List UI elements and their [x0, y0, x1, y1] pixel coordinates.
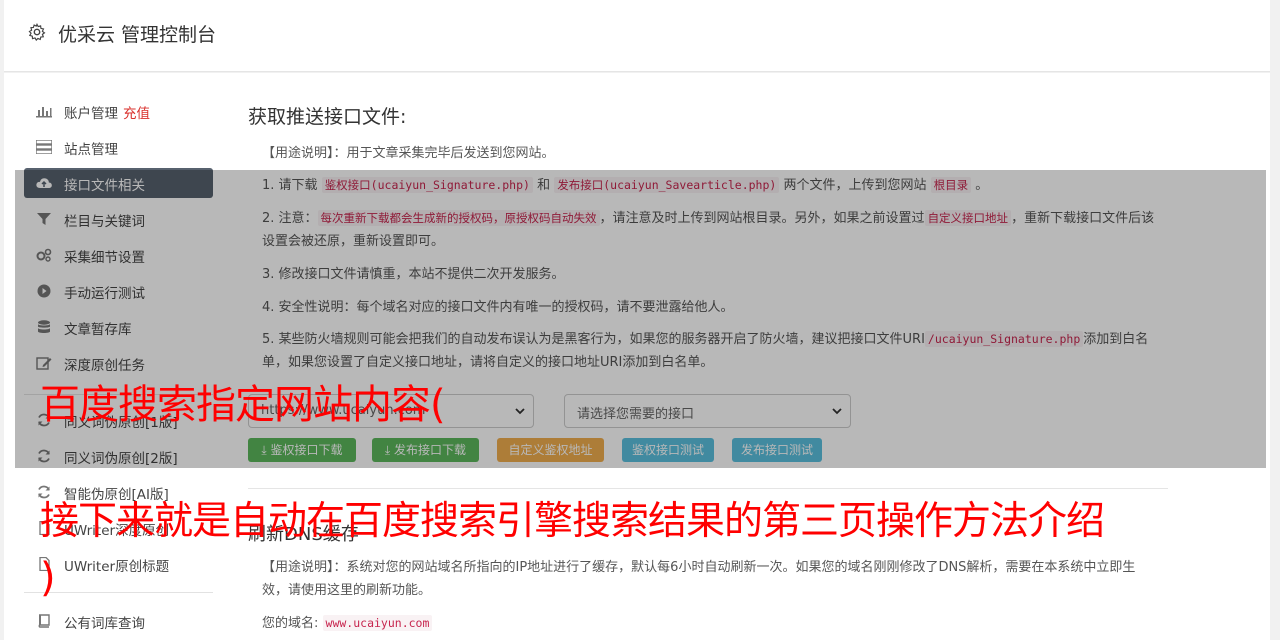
- overlay-caption-line1: 百度搜索指定网站内容(: [40, 382, 446, 428]
- book-icon: [38, 614, 50, 628]
- sidebar-item-label: 公有词库查询: [64, 616, 145, 632]
- app-title: 优采云 管理控制台: [58, 24, 217, 46]
- domain-row: 您的域名: www.ucaiyun.com: [262, 612, 1157, 635]
- sidebar-item-public-lexicon[interactable]: 公有词库查询: [24, 606, 213, 636]
- overlay-caption-line3: ): [40, 555, 56, 601]
- server-icon: [36, 140, 52, 154]
- gear-icon: [28, 23, 46, 41]
- overlay-caption-line2: 接下来就是自动在百度搜索引擎搜索结果的第三页操作方法介绍: [40, 499, 1105, 544]
- sidebar-item-sites[interactable]: 站点管理: [24, 132, 213, 162]
- header-bar: 优采云 管理控制台: [4, 0, 1270, 72]
- bar-chart-icon: [36, 107, 52, 118]
- section-divider: [248, 488, 1168, 489]
- sidebar-item-account[interactable]: 账户管理 充值: [24, 96, 213, 126]
- recharge-link[interactable]: 充值: [123, 106, 150, 122]
- sidebar-item-label: 账户管理: [64, 106, 118, 122]
- usage-note: 【用途说明】：用于文章采集完毕后发送到您网站。: [262, 146, 555, 161]
- section-title-api-files: 获取推送接口文件:: [248, 106, 407, 128]
- domain-label: 您的域名:: [262, 616, 319, 631]
- domain-value: www.ucaiyun.com: [322, 615, 433, 631]
- sidebar-item-label: 站点管理: [64, 142, 118, 158]
- dns-usage-note: 【用途说明】：系统对您的网站域名所指向的IP地址进行了缓存，默认每6小时自动刷新…: [262, 560, 1136, 598]
- sidebar-item-label: UWriter原创标题: [64, 559, 170, 575]
